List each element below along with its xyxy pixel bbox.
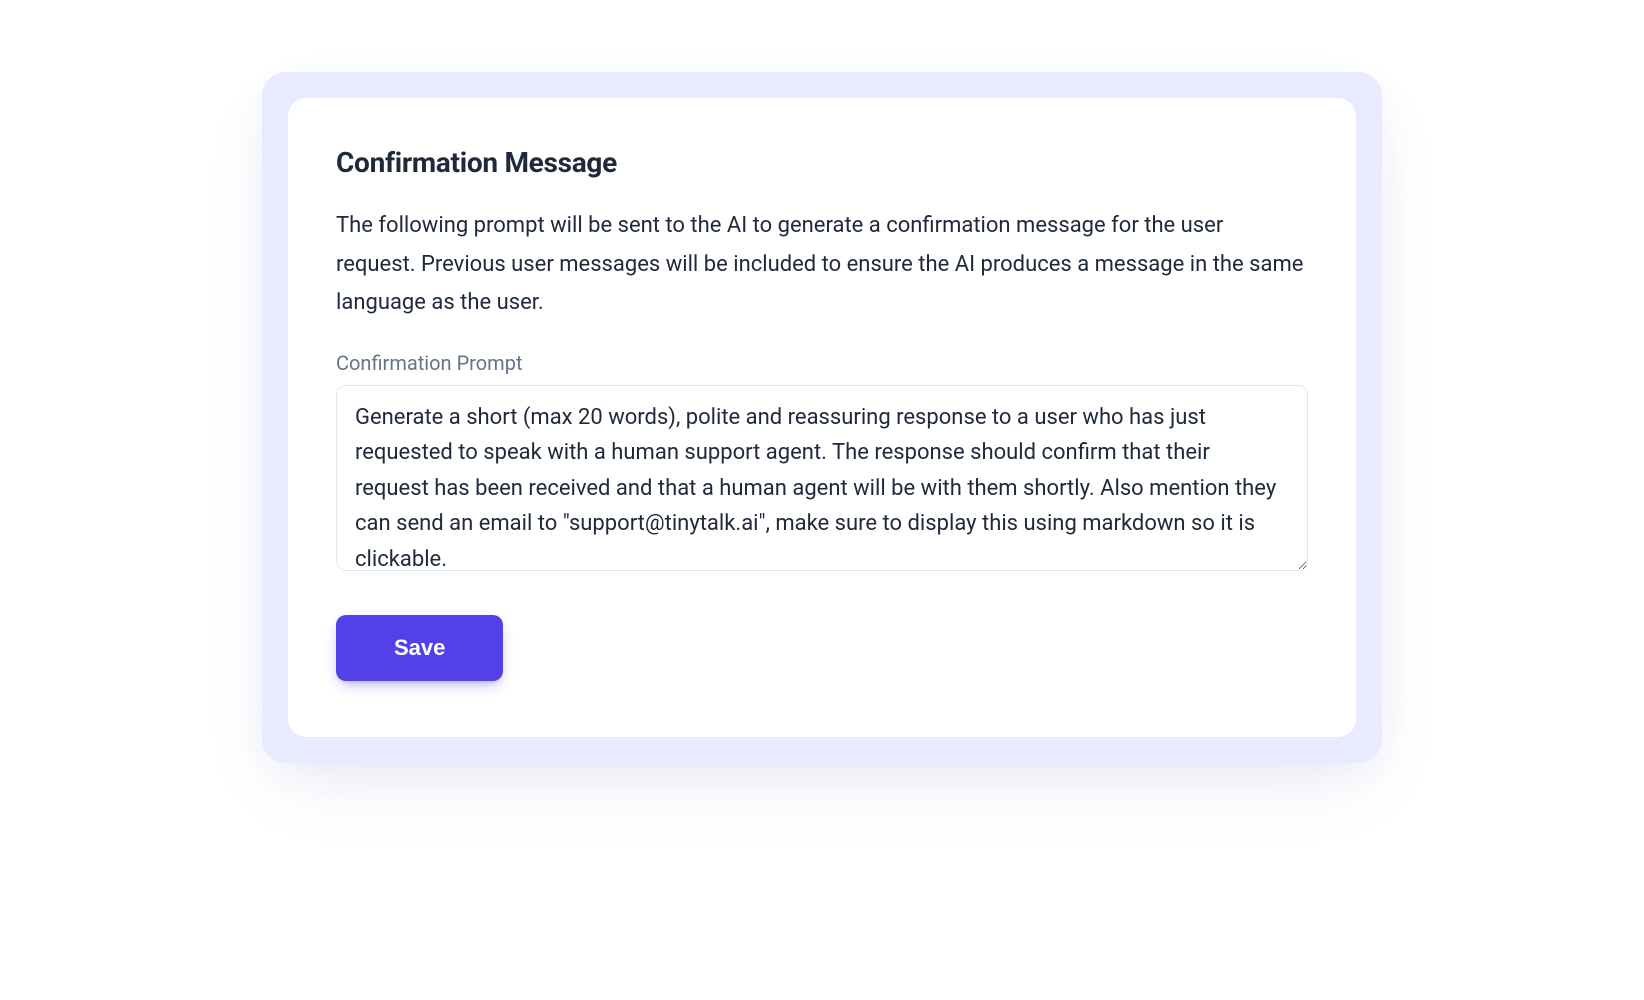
card-title: Confirmation Message [336,146,1308,179]
settings-outer-card: Confirmation Message The following promp… [262,72,1382,763]
confirmation-prompt-textarea[interactable]: Generate a short (max 20 words), polite … [336,385,1308,571]
field-label: Confirmation Prompt [336,351,1308,375]
card-description: The following prompt will be sent to the… [336,207,1308,323]
settings-inner-card: Confirmation Message The following promp… [288,98,1356,737]
save-button[interactable]: Save [336,615,503,681]
